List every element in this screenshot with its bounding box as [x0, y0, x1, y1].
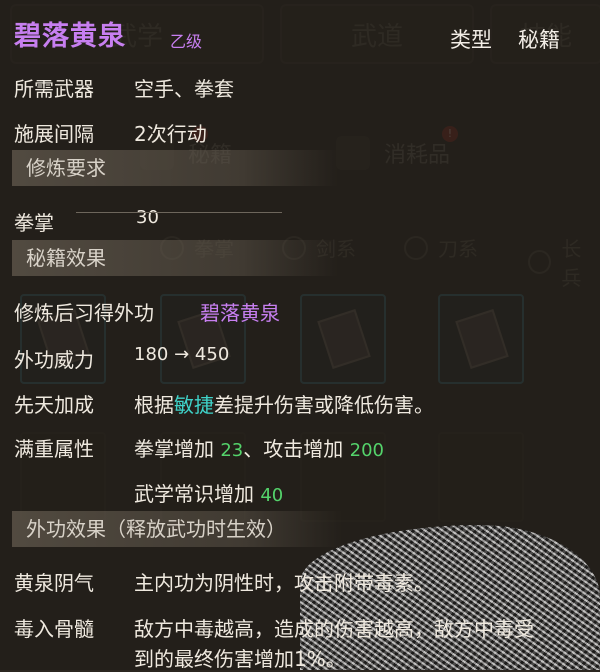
innate-text-post: 差提升伤害或降低伤害。 — [214, 393, 434, 417]
innate-description: 根据敏捷差提升伤害或降低伤害。 — [134, 389, 434, 418]
full-attr-number: 200 — [349, 440, 384, 461]
item-grade: 乙级 — [170, 32, 203, 51]
skill-effect-text: 主内功为阴性时，攻击附带毒素。 — [134, 571, 434, 595]
full-attr-line2: 武学常识增加 40 — [134, 478, 283, 507]
full-attr-text: 拳掌增加 — [134, 437, 221, 461]
power-value: 180 → 450 — [134, 344, 229, 365]
detail-label: 施展间隔 — [14, 122, 94, 146]
power-from: 180 — [134, 344, 169, 365]
innate-text-pre: 根据 — [134, 393, 174, 417]
item-name: 碧落黄泉 — [14, 21, 126, 52]
effect-label: 修炼后习得外功 — [14, 301, 154, 325]
section-header-requirements: 修炼要求 — [12, 150, 338, 186]
skill-effect-label: 毒入骨髓 — [14, 617, 94, 641]
full-attr-number: 40 — [260, 485, 284, 506]
item-type-value: 秘籍 — [518, 28, 560, 52]
skill-effect-text: 敌方中毒越高，造成的伤害越高，敌方中毒受 — [134, 617, 534, 641]
skill-effect-text: 到的最终伤害增加1%。 — [134, 647, 346, 671]
full-attr-text: 、攻击增加 — [243, 437, 350, 461]
full-attr-number: 23 — [220, 440, 244, 461]
section-header-effects: 秘籍效果 — [12, 240, 338, 276]
requirement-value: 30 — [136, 207, 159, 228]
requirement-divider — [76, 212, 282, 213]
detail-value: 空手、拳套 — [134, 77, 234, 101]
learned-skill-name: 碧落黄泉 — [200, 301, 280, 325]
arrow-right-icon: → — [174, 344, 190, 365]
item-tooltip: 碧落黄泉 乙级 类型 秘籍 所需武器 空手、拳套 施展间隔 2次行动 修炼要求 … — [0, 0, 600, 671]
tooltip-header: 碧落黄泉 乙级 类型 秘籍 — [12, 10, 600, 58]
effect-label: 外功威力 — [14, 348, 94, 372]
effect-label: 先天加成 — [14, 393, 94, 417]
skill-effect-label: 黄泉阴气 — [14, 571, 94, 595]
detail-value: 2次行动 — [134, 122, 207, 146]
power-to: 450 — [194, 344, 230, 365]
full-attr-text: 武学常识增加 — [134, 482, 261, 506]
section-header-skill-effects: 外功效果（释放武功时生效） — [12, 511, 342, 547]
effect-label: 满重属性 — [14, 437, 94, 461]
requirement-label: 拳掌 — [14, 211, 54, 235]
full-attr-line1: 拳掌增加 23、攻击增加 200 — [134, 433, 384, 462]
innate-attribute: 敏捷 — [174, 393, 214, 417]
item-type-label: 类型 — [450, 28, 492, 52]
detail-label: 所需武器 — [14, 77, 94, 101]
